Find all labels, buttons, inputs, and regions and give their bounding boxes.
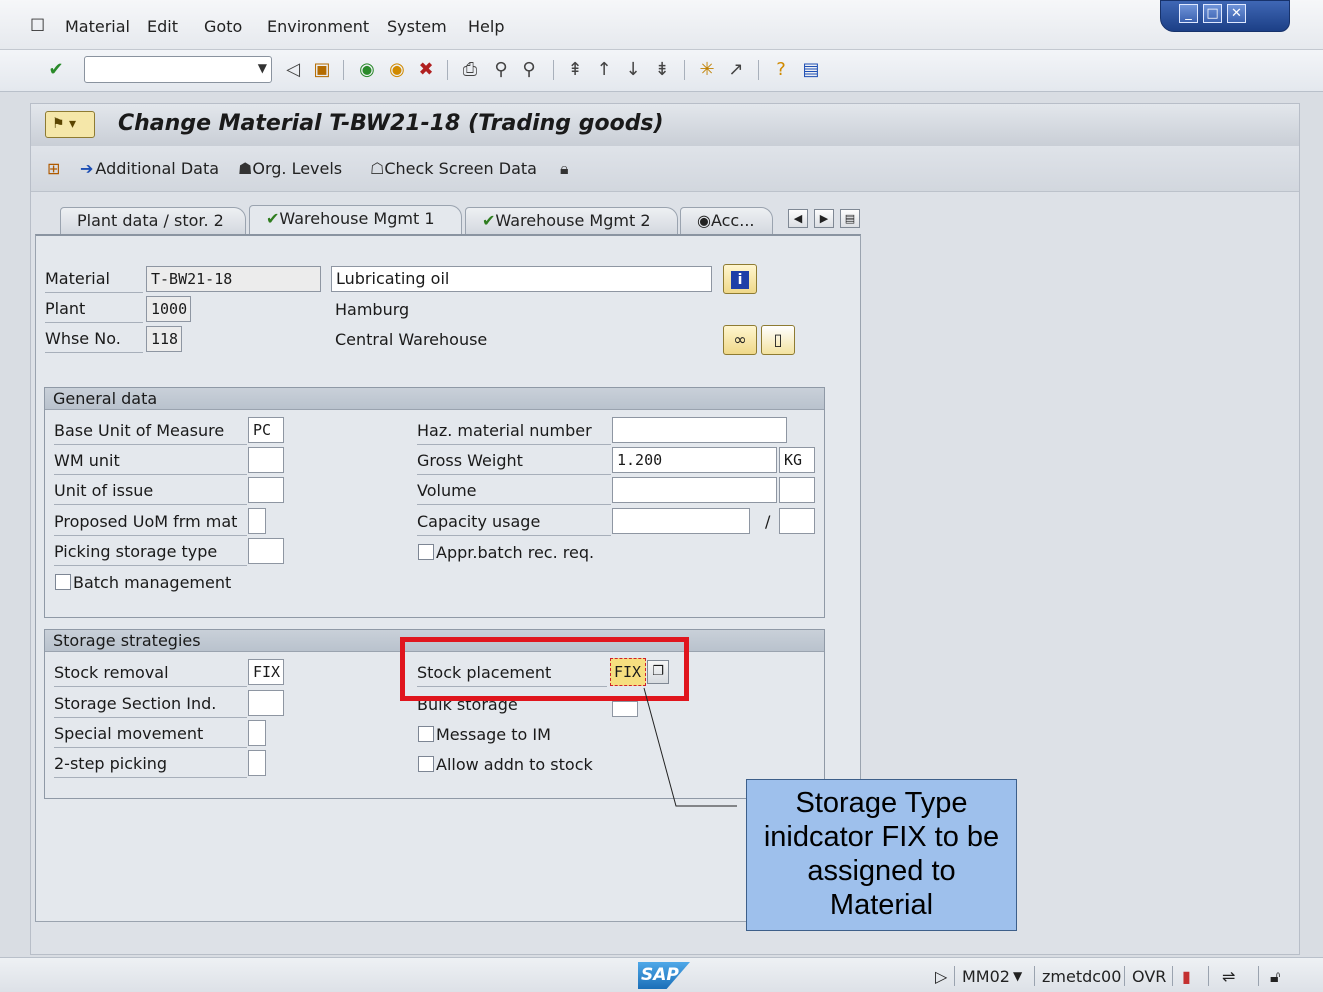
annotation-callout: Storage Type inidcator FIX to be assigne… [746,779,1017,931]
insert-mode[interactable]: OVR [1132,967,1166,986]
unlock-icon[interactable]: 🔓︎ [1270,967,1280,987]
callout-line-1: Storage Type [795,787,968,819]
transaction-code[interactable]: MM02 [962,967,1010,986]
status-separator [1172,966,1173,986]
status-bar: SAP ▷ MM02 ▼ zmetdc00 OVR ▮ ⇌ 🔓︎ [0,957,1323,992]
callout-line-4: Material [829,889,934,921]
performance-icon: ▮ [1182,967,1191,986]
status-separator [954,966,955,986]
connector-line [643,687,737,807]
status-separator [1124,966,1125,986]
status-separator [1208,966,1209,986]
sap-logo: SAP [638,962,690,989]
status-separator [1034,966,1035,986]
server-name: zmetdc00 [1042,967,1122,986]
callout-line-3: assigned to [807,855,956,887]
callout-connector [643,687,737,807]
status-separator [1258,966,1259,986]
chevron-down-icon[interactable]: ▼ [1013,969,1022,983]
status-expand-icon[interactable]: ▷ [935,967,947,986]
callout-line-2: inidcator FIX to be [763,821,1000,853]
connection-icon: ⇌ [1222,967,1236,986]
